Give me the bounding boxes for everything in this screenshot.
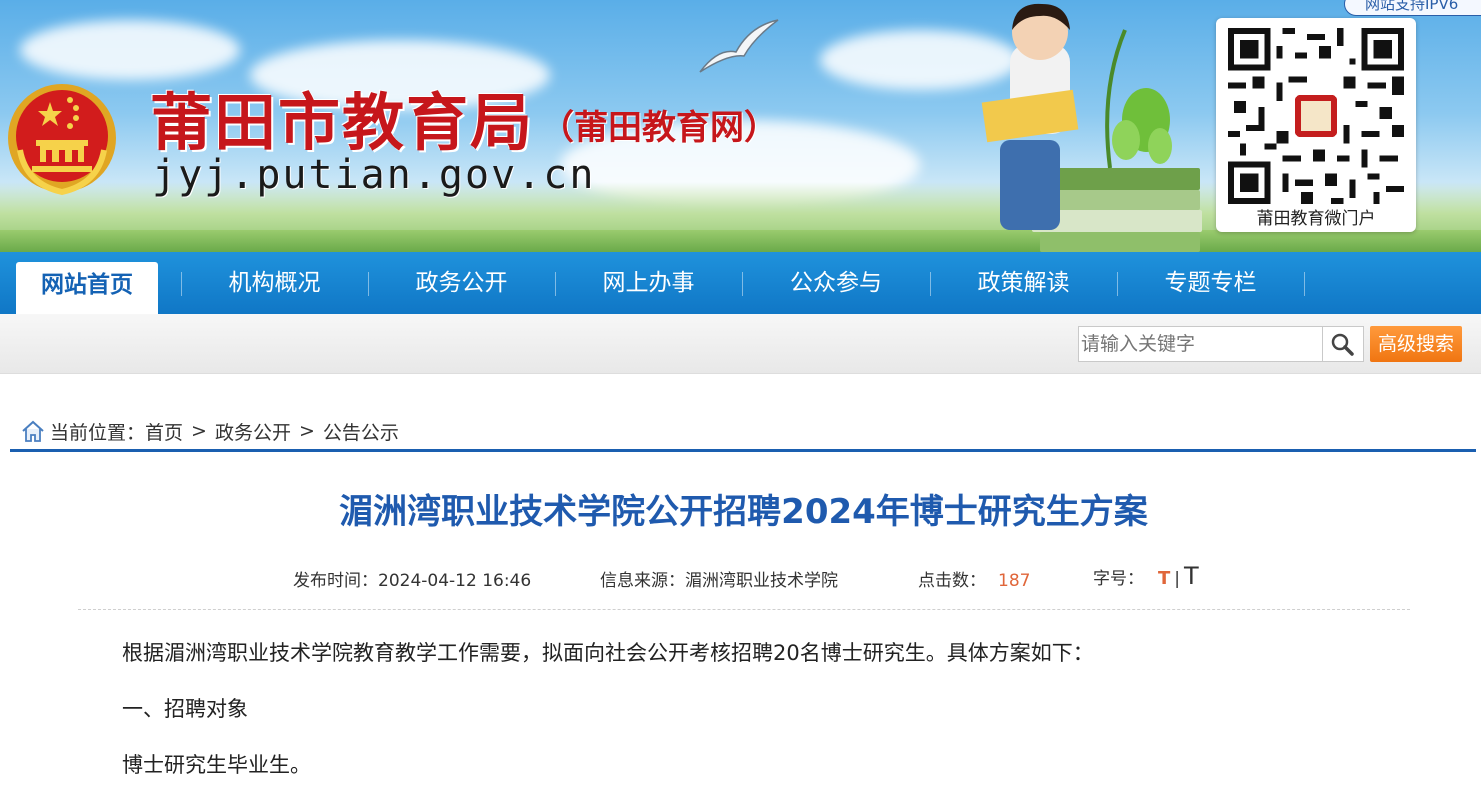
- child-reading-illustration: [981, 3, 1202, 252]
- cloud: [20, 20, 240, 80]
- banner-grass: [0, 230, 1481, 252]
- publish-time: 发布时间：2024-04-12 16:46: [293, 566, 531, 591]
- nav-item-government-affairs[interactable]: 政务公开: [368, 252, 555, 314]
- search-bar: 高级搜索: [0, 314, 1481, 374]
- font-size-large-button[interactable]: T: [1158, 568, 1170, 589]
- breadcrumb-government-affairs[interactable]: 政务公开: [215, 418, 291, 445]
- font-size-control: 字号： T | T: [1093, 562, 1199, 590]
- font-size-small-button[interactable]: T: [1184, 562, 1199, 590]
- advanced-search-button[interactable]: 高级搜索: [1370, 326, 1462, 362]
- seagull-icon: [699, 19, 779, 73]
- national-emblem-icon: [8, 84, 116, 196]
- font-size-separator: |: [1174, 569, 1181, 589]
- publish-time-label: 发布时间：: [293, 571, 378, 591]
- breadcrumb-separator: >: [298, 420, 315, 442]
- site-domain: jyj.putian.gov.cn: [152, 152, 596, 198]
- ipv6-badge[interactable]: 网站支持IPV6: [1344, 0, 1481, 16]
- home-icon: [22, 420, 44, 442]
- breadcrumb-separator: >: [191, 420, 207, 442]
- article-paragraph: 根据湄洲湾职业技术学院教育教学工作需要，拟面向社会公开考核招聘20名博士研究生。…: [122, 641, 1094, 665]
- breadcrumb-prefix: 当前位置：: [50, 421, 146, 444]
- click-count-label: 点击数：: [918, 571, 986, 591]
- search-button[interactable]: [1322, 326, 1364, 362]
- site-banner: 莆田市教育局 （莆田教育网） jyj.putian.gov.cn 莆田教育微门户…: [0, 0, 1481, 252]
- click-count-value: 187: [998, 571, 1031, 591]
- nav-item-home[interactable]: 网站首页: [16, 262, 158, 314]
- breadcrumb-underline: [10, 449, 1476, 452]
- article-paragraph: 一、招聘对象: [122, 697, 248, 721]
- nav-separator: [1304, 272, 1305, 296]
- breadcrumb-home[interactable]: 首页: [145, 418, 183, 445]
- search-input[interactable]: [1078, 326, 1322, 362]
- nav-item-public-participation[interactable]: 公众参与: [742, 252, 930, 314]
- breadcrumb-announcements[interactable]: 公告公示: [323, 418, 399, 445]
- article-paragraph: 博士研究生毕业生。: [122, 753, 311, 777]
- article-title: 湄洲湾职业技术学院公开招聘2024年博士研究生方案: [339, 492, 1148, 532]
- qr-code-label: 莆田教育微门户: [1256, 209, 1376, 229]
- publish-time-value: 2024-04-12 16:46: [378, 571, 532, 591]
- nav-item-special-topics[interactable]: 专题专栏: [1117, 252, 1304, 314]
- qr-code-icon: [1228, 28, 1404, 204]
- info-source: 信息来源：湄洲湾职业技术学院: [600, 566, 838, 591]
- click-count: 点击数： 187: [918, 566, 1030, 591]
- nav-item-policy-interpretation[interactable]: 政策解读: [930, 252, 1117, 314]
- meta-divider: [78, 609, 1410, 610]
- main-nav: 网站首页 机构概况 政务公开 网上办事 公众参与 政策解读 专题专栏: [0, 252, 1481, 314]
- font-size-label: 字号：: [1093, 569, 1144, 589]
- qr-code-card: 莆田教育微门户: [1216, 18, 1416, 232]
- search-icon: [1331, 333, 1354, 356]
- site-title: 莆田市教育局: [150, 86, 535, 159]
- info-source-label: 信息来源：: [600, 571, 685, 591]
- breadcrumb: 当前位置： 首页 > 政务公开 > 公告公示: [20, 412, 1476, 450]
- nav-item-organization[interactable]: 机构概况: [181, 252, 368, 314]
- nav-item-online-services[interactable]: 网上办事: [555, 252, 742, 314]
- site-subtitle: （莆田教育网）: [540, 108, 778, 148]
- info-source-value: 湄洲湾职业技术学院: [685, 571, 838, 591]
